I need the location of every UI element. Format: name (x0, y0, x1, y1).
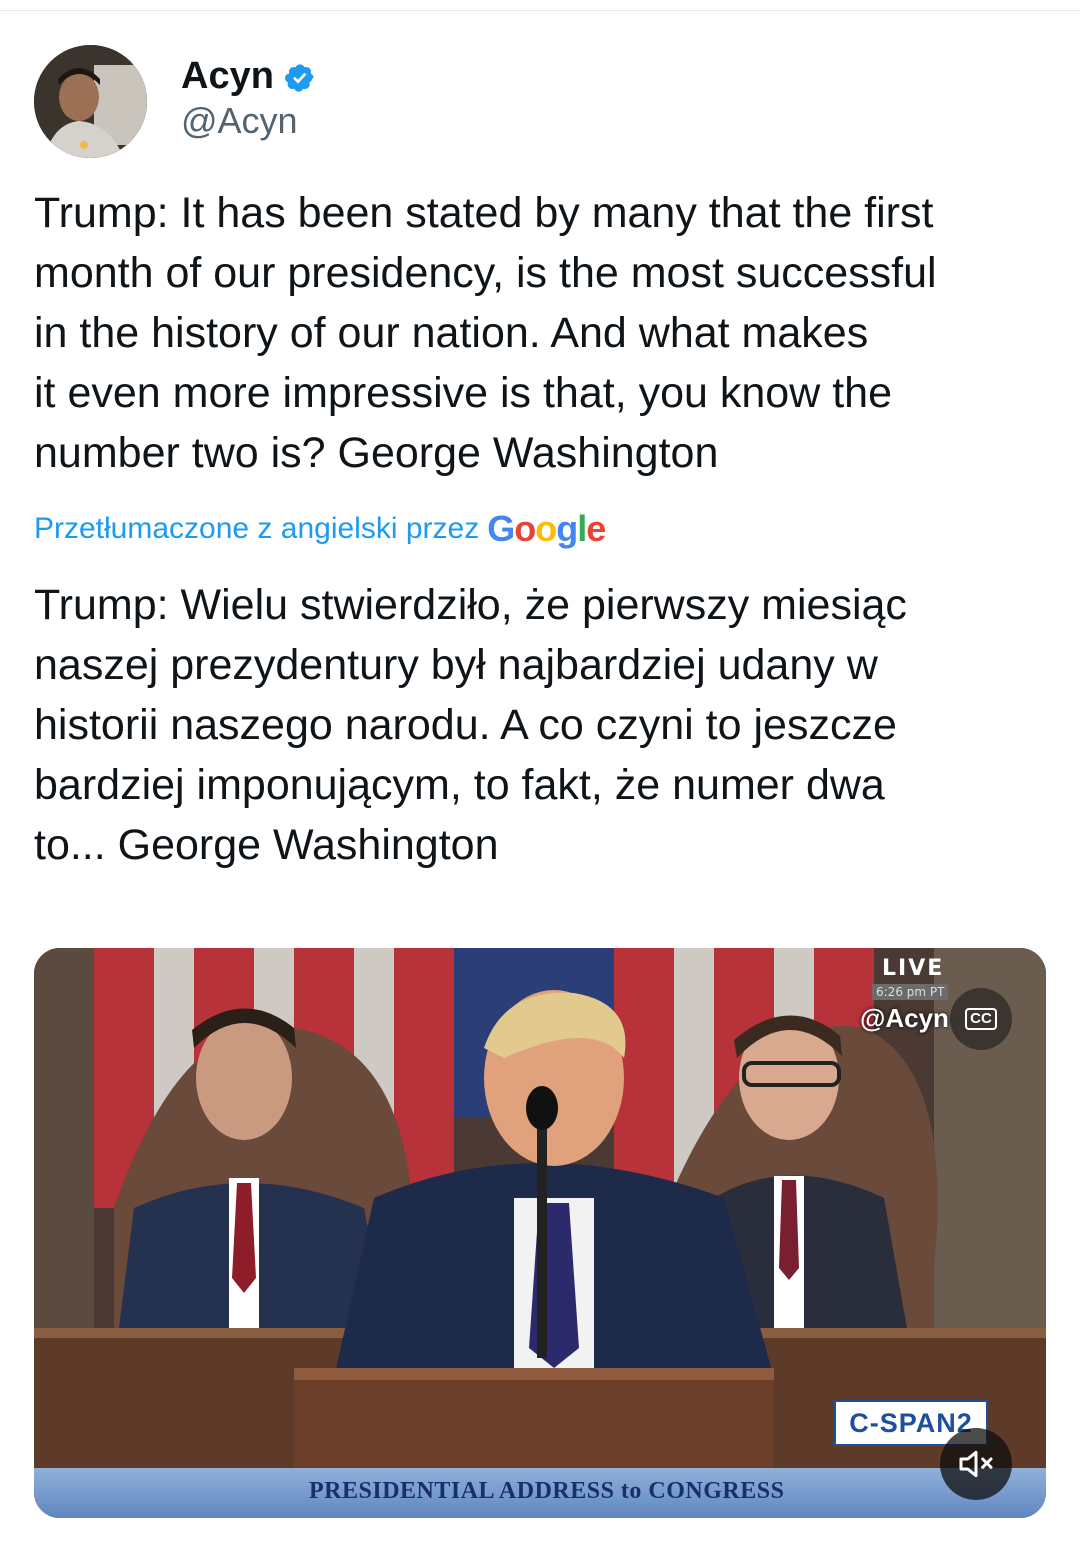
broadcast-time: 6:26 pm PT (872, 984, 949, 1000)
closed-captions-button[interactable]: CC (950, 988, 1012, 1050)
mute-toggle-button[interactable] (940, 1428, 1012, 1500)
author-display-name-row[interactable]: Acyn (181, 54, 316, 98)
top-divider (0, 10, 1080, 11)
author-handle[interactable]: @Acyn (181, 100, 298, 142)
verified-badge-icon[interactable] (284, 60, 316, 92)
author-avatar[interactable] (34, 45, 147, 158)
translation-label[interactable]: Przetłumaczone z angielski przez (34, 512, 479, 546)
tweet-text-translated: Trump: Wielu stwierdziło, że pierwszy mi… (34, 581, 907, 869)
live-badge: LIVE (882, 956, 945, 981)
volume-muted-icon (959, 1450, 993, 1478)
video-watermark: @Acyn (860, 1003, 949, 1033)
google-logo: Google (487, 508, 606, 549)
translation-attribution[interactable]: Przetłumaczone z angielski przez Google (34, 505, 606, 553)
tweet-text-original: Trump: It has been stated by many that t… (34, 189, 937, 477)
author-display-name[interactable]: Acyn (181, 54, 274, 98)
lower-third-text: PRESIDENTIAL ADDRESS to CONGRESS (309, 1478, 785, 1504)
closed-captions-icon: CC (965, 1008, 997, 1030)
video-player[interactable]: LIVE 6:26 pm PT @Acyn CC PRESIDENTIAL AD… (34, 948, 1046, 1518)
